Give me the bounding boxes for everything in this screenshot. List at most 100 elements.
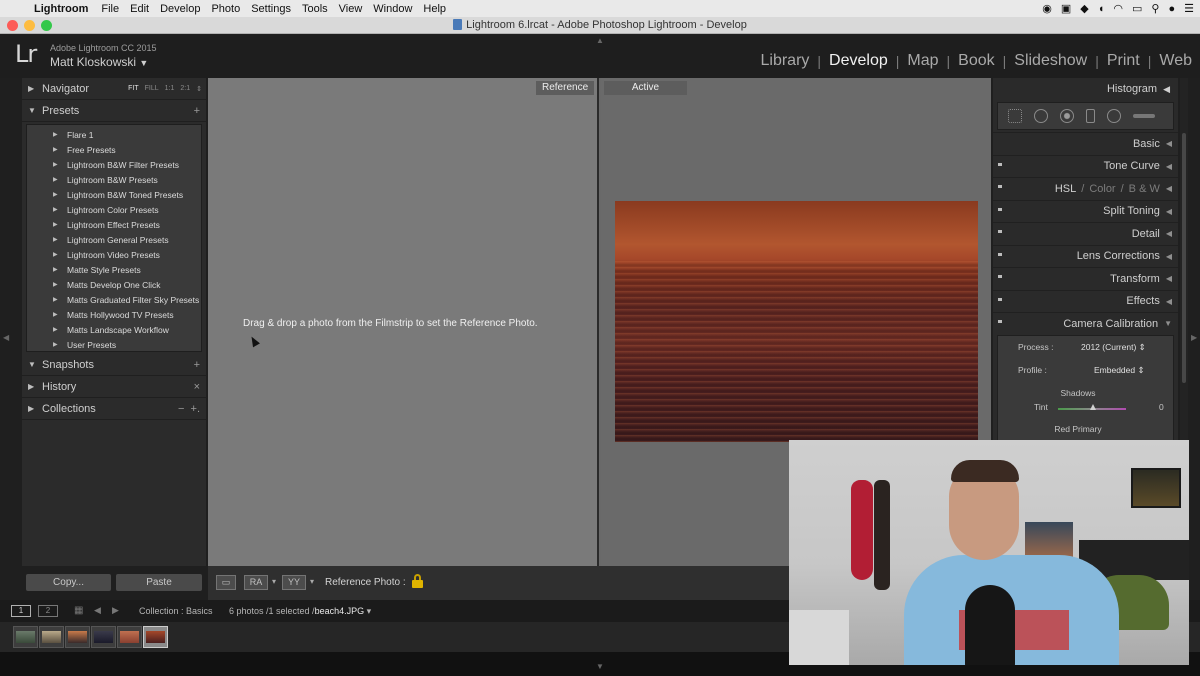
section-toggle-switch[interactable]	[998, 185, 1002, 188]
main-window-button[interactable]: 1	[11, 605, 31, 617]
bw-tab[interactable]: B & W	[1129, 183, 1160, 195]
menu-view[interactable]: View	[339, 3, 372, 15]
back-arrow-icon[interactable]: ◀	[94, 605, 101, 616]
module-library[interactable]: Library	[753, 52, 818, 70]
section-toggle-switch[interactable]	[998, 162, 1002, 166]
expand-icon[interactable]: ▶	[53, 173, 58, 188]
menu-photo[interactable]: Photo	[211, 3, 249, 15]
expand-icon[interactable]: ▶	[53, 263, 58, 278]
menu-settings[interactable]: Settings	[251, 3, 300, 15]
add-collection-button[interactable]: +.	[191, 403, 200, 415]
section-toggle-switch[interactable]	[998, 252, 1002, 256]
presets-header[interactable]: ▼ Presets +	[22, 100, 206, 122]
spotlight-search-icon[interactable]: ⚲	[1151, 2, 1159, 15]
module-book[interactable]: Book	[950, 52, 1002, 70]
collections-header[interactable]: ▶ Collections − +.	[22, 398, 206, 420]
section-detail[interactable]: Detail ◀	[993, 222, 1178, 245]
view-mode-dropdown-icon[interactable]: ▾	[272, 577, 276, 586]
filmstrip-source[interactable]: Collection : Basics	[139, 606, 213, 616]
menu-window[interactable]: Window	[373, 3, 421, 15]
filmstrip-thumbnail[interactable]	[91, 626, 116, 648]
filmstrip-thumbnail[interactable]	[39, 626, 64, 648]
preset-folder[interactable]: ▶ Lightroom Color Presets	[27, 203, 201, 218]
loupe-view-icon[interactable]: ▭	[216, 575, 236, 590]
zoom-more-icon[interactable]: ⇕	[196, 85, 202, 93]
filename-dropdown-icon[interactable]: ▾	[367, 606, 372, 616]
red-eye-icon[interactable]	[1060, 109, 1074, 123]
section-basic[interactable]: Basic ◀	[993, 132, 1178, 155]
add-preset-button[interactable]: +	[194, 105, 200, 117]
section-toggle-switch[interactable]	[998, 320, 1002, 323]
graduated-filter-icon[interactable]	[1086, 109, 1095, 123]
preset-folder[interactable]: ▶ Lightroom Video Presets	[27, 248, 201, 263]
profile-select[interactable]: Embedded ⇕	[1094, 365, 1145, 376]
clear-history-button[interactable]: ×	[194, 381, 200, 393]
navigator-header[interactable]: ▶ Navigator FIT FILL 1:1 2:1 ⇕	[22, 78, 206, 100]
second-window-button[interactable]: 2	[38, 605, 58, 617]
remove-collection-button[interactable]: −	[178, 403, 184, 415]
filmstrip-thumbnail[interactable]	[13, 626, 38, 648]
top-panel-toggle-icon[interactable]: ▲	[596, 36, 604, 45]
right-panel-scrollbar[interactable]	[1180, 78, 1188, 440]
module-print[interactable]: Print	[1099, 52, 1148, 70]
filmstrip-thumbnail[interactable]	[65, 626, 90, 648]
preset-folder[interactable]: ▶ User Presets	[27, 338, 201, 353]
copy-settings-button[interactable]: Copy...	[26, 574, 111, 591]
menu-edit[interactable]: Edit	[130, 3, 158, 15]
module-develop[interactable]: Develop	[821, 52, 896, 70]
histogram-header[interactable]: Histogram ◀	[993, 78, 1178, 100]
lock-icon[interactable]	[412, 574, 423, 588]
before-after-dropdown-icon[interactable]: ▾	[310, 577, 314, 586]
preset-folder[interactable]: ▶ Lightroom B&W Presets	[27, 173, 201, 188]
right-panel-toggle-icon[interactable]: ▶	[1191, 333, 1197, 342]
close-window-button[interactable]	[7, 20, 18, 31]
expand-icon[interactable]: ▶	[53, 308, 58, 323]
adjustment-brush-icon[interactable]	[1133, 114, 1155, 118]
airplay-icon[interactable]: ▭	[1132, 2, 1142, 15]
preset-folder[interactable]: ▶ Matts Hollywood TV Presets	[27, 308, 201, 323]
module-slideshow[interactable]: Slideshow	[1006, 52, 1095, 70]
section-toggle-switch[interactable]	[998, 275, 1002, 278]
expand-icon[interactable]: ▶	[53, 203, 58, 218]
add-snapshot-button[interactable]: +	[194, 359, 200, 371]
expand-icon[interactable]: ▶	[53, 158, 58, 173]
module-map[interactable]: Map	[899, 52, 946, 70]
reference-pane[interactable]: Reference Drag & drop a photo from the F…	[208, 78, 599, 566]
menu-tools[interactable]: Tools	[302, 3, 337, 15]
section-split-toning[interactable]: Split Toning ◀	[993, 199, 1178, 223]
snapshots-header[interactable]: ▼ Snapshots +	[22, 354, 206, 376]
section-lens-corrections[interactable]: Lens Corrections ◀	[993, 244, 1178, 268]
reference-view-icon[interactable]: RA	[244, 575, 268, 590]
zoom-fill[interactable]: FILL	[145, 85, 159, 93]
preset-folder[interactable]: ▶ Free Presets	[27, 143, 201, 158]
spot-removal-icon[interactable]	[1034, 109, 1048, 123]
menu-develop[interactable]: Develop	[160, 3, 209, 15]
section-transform[interactable]: Transform ◀	[993, 267, 1178, 290]
notification-center-icon[interactable]: ☰	[1184, 2, 1194, 15]
preset-folder[interactable]: ▶ Lightroom B&W Filter Presets	[27, 158, 201, 173]
bottom-panel-toggle-icon[interactable]: ▼	[596, 662, 604, 671]
expand-icon[interactable]: ▶	[53, 248, 58, 263]
preset-folder[interactable]: ▶ Flare 1	[27, 128, 201, 143]
evernote-icon[interactable]: ◆	[1080, 2, 1088, 15]
preset-folder[interactable]: ▶ Matte Style Presets	[27, 263, 201, 278]
section-hsl[interactable]: HSL / Color / B & W ◀	[993, 177, 1178, 200]
tint-slider-knob[interactable]	[1090, 403, 1096, 410]
menu-help[interactable]: Help	[423, 3, 455, 15]
expand-icon[interactable]: ▶	[53, 233, 58, 248]
before-after-icon[interactable]: YY	[282, 575, 306, 590]
grid-view-icon[interactable]: ▦	[74, 605, 83, 616]
crop-tool-icon[interactable]	[1008, 109, 1022, 123]
zoom-fit[interactable]: FIT	[128, 85, 139, 93]
wifi-icon[interactable]: ◠	[1113, 2, 1123, 15]
zoom-1-1[interactable]: 1:1	[165, 85, 175, 93]
expand-icon[interactable]: ▶	[53, 293, 58, 308]
filmstrip-thumbnail[interactable]	[117, 626, 142, 648]
section-toggle-switch[interactable]	[998, 297, 1002, 301]
section-tone-curve[interactable]: Tone Curve ◀	[993, 154, 1178, 178]
zoom-2-1[interactable]: 2:1	[180, 85, 190, 93]
history-header[interactable]: ▶ History ×	[22, 376, 206, 398]
volume-icon[interactable]: ◖	[1098, 3, 1105, 15]
menu-file[interactable]: File	[101, 3, 128, 15]
process-select[interactable]: 2012 (Current) ⇕	[1081, 342, 1146, 353]
